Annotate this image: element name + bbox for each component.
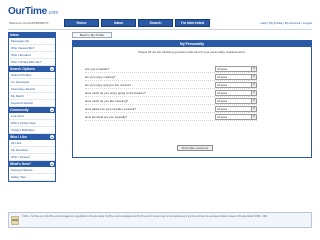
dropdown-arrow-icon: ▼	[251, 66, 256, 71]
question-row: Do you enjoy going to the movies? Choose…	[85, 81, 257, 89]
find-ourtimers-button[interactable]: Find other ourtimers	[177, 145, 213, 151]
top-nav: Home Inbox Search I'm Interested	[64, 19, 210, 27]
question-label: Do you enjoy cooking?	[85, 74, 116, 79]
tab-home[interactable]: Home	[64, 19, 99, 27]
question-label: How punctual are you typically?	[85, 114, 128, 119]
question-label: How patient do you consider yourself?	[85, 106, 136, 111]
question-row: How much do you like traveling? Choose ▼	[85, 97, 257, 105]
sidebar-item-im-interested[interactable]: I'm Interested	[9, 79, 55, 86]
question-row: How much do you enjoy going to the theat…	[85, 89, 257, 97]
question-label: How much do you like traveling?	[85, 98, 129, 103]
tab-interested[interactable]: I'm Interested	[175, 19, 210, 27]
site-logo[interactable]: OurTime .com	[8, 5, 58, 17]
answer-select[interactable]: Choose ▼	[215, 97, 257, 104]
chevron-up-icon[interactable]: ▲	[50, 162, 54, 166]
sidebar-item-whos-online[interactable]: Who's Online Now	[9, 120, 55, 127]
account-links[interactable]: Help | My Profile | My Account | Logout	[260, 21, 312, 25]
sidebar-item-success-stories[interactable]: Success Stories	[9, 167, 55, 174]
dropdown-arrow-icon: ▼	[251, 106, 256, 111]
chevron-up-icon[interactable]: ▲	[50, 108, 54, 112]
answer-select[interactable]: Choose ▼	[215, 81, 257, 88]
copyright-text: ©2011 - OurTime.com (OurTime.com) all pa…	[22, 216, 268, 218]
question-label: Are you romantic?	[85, 66, 110, 71]
dropdown-arrow-icon: ▼	[251, 74, 256, 79]
header-divider	[8, 29, 312, 30]
question-row: Do you enjoy cooking? Choose ▼	[85, 73, 257, 81]
sidebar-item-keyword-search[interactable]: Keyword Search	[9, 100, 55, 107]
intro-text: Please fill out the following questions …	[138, 50, 246, 54]
sidebar-item-safety-tips[interactable]: Safety Tips	[9, 174, 55, 181]
dropdown-arrow-icon: ▼	[251, 114, 256, 119]
sidebar-item-username-search[interactable]: Username Search	[9, 86, 55, 93]
logo-text: OurTime	[8, 5, 47, 17]
sidebar-item-who-i-emailed[interactable]: Who I Emailed	[9, 52, 55, 59]
answer-select[interactable]: Choose ▼	[215, 73, 257, 80]
question-row: How punctual are you typically? Choose ▼	[85, 113, 257, 121]
sidebar-item-who-i-viewed[interactable]: Who I Viewed	[9, 154, 55, 161]
welcome-text: Welcome OuchGPX560BOT1	[9, 21, 49, 25]
sidebar: Inbox Messages (0) Who Viewed Me? Who I …	[8, 32, 56, 182]
sidebar-item-all-lists[interactable]: All Lists	[9, 140, 55, 147]
sidebar-item-search-profiles[interactable]: Search Profiles	[9, 72, 55, 79]
back-to-profile-button[interactable]: Back to My Profile	[72, 32, 112, 38]
sidebar-item-who-flirted[interactable]: Who I Flirted With Me?	[9, 59, 55, 66]
sidebar-item-my-match[interactable]: My Match	[9, 93, 55, 100]
sidebar-item-live-chat[interactable]: Live Chat	[9, 113, 55, 120]
dropdown-arrow-icon: ▼	[251, 82, 256, 87]
answer-select[interactable]: Choose ▼	[215, 113, 257, 120]
answer-select[interactable]: Choose ▼	[215, 89, 257, 96]
tab-search[interactable]: Search	[138, 19, 173, 27]
dropdown-arrow-icon: ▼	[251, 98, 256, 103]
question-row: How patient do you consider yourself? Ch…	[85, 105, 257, 113]
question-row: Are you romantic? Choose ▼	[85, 65, 257, 73]
answer-select[interactable]: Choose ▼	[215, 65, 257, 72]
sidebar-item-messages[interactable]: Messages (0)	[9, 38, 55, 45]
logo-suffix: .com	[47, 9, 59, 16]
chevron-up-icon[interactable]: ▲	[50, 67, 54, 71]
bbb-badge-icon[interactable]: BBB	[11, 216, 19, 225]
question-label: How much do you enjoy going to the theat…	[85, 90, 146, 95]
sidebar-item-birthdays[interactable]: Today's Birthdays	[9, 127, 55, 134]
chevron-up-icon[interactable]: ▲	[50, 135, 54, 139]
tab-inbox[interactable]: Inbox	[101, 19, 136, 27]
footer: BBB ©2011 - OurTime.com (OurTime.com) al…	[8, 212, 312, 228]
sidebar-item-my-favorites[interactable]: My Favorites	[9, 147, 55, 154]
question-label: Do you enjoy going to the movies?	[85, 82, 132, 87]
sidebar-item-who-viewed-me[interactable]: Who Viewed Me?	[9, 45, 55, 52]
dropdown-arrow-icon: ▼	[251, 90, 256, 95]
question-list: Are you romantic? Choose ▼ Do you enjoy c…	[85, 65, 257, 121]
page: OurTime .com Welcome OuchGPX560BOT1 Home…	[6, 4, 314, 236]
panel-title: My Personality	[73, 41, 311, 47]
personality-panel: My Personality Please fill out the follo…	[72, 40, 312, 158]
answer-select[interactable]: Choose ▼	[215, 105, 257, 112]
